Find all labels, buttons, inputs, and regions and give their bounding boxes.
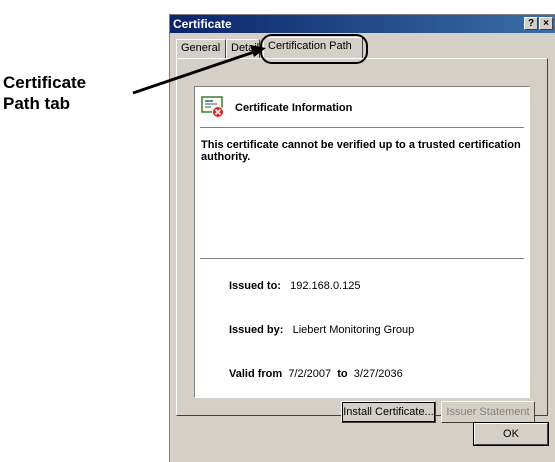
close-button[interactable]: × (539, 17, 553, 30)
install-certificate-button[interactable]: Install Certificate... (341, 401, 436, 423)
validity-row: Valid from 7/2/2007 to 3/27/2036 (229, 368, 403, 380)
help-button[interactable]: ? (524, 17, 538, 30)
issued-to-row: Issued to: 192.168.0.125 (229, 280, 360, 292)
issued-to-label: Issued to: (229, 280, 281, 292)
issued-to-value: 192.168.0.125 (290, 280, 361, 292)
callout-line-1: Certificate (3, 73, 87, 92)
certificate-dialog: Certificate ? × General Details Certific… (169, 14, 555, 462)
verification-warning: This certificate cannot be verified up t… (201, 139, 521, 163)
title-bar[interactable]: Certificate ? × (170, 15, 555, 33)
issued-by-row: Issued by: Liebert Monitoring Group (229, 324, 414, 336)
window-title: Certificate (173, 17, 232, 31)
ok-button[interactable]: OK (473, 422, 549, 446)
divider (200, 258, 524, 259)
valid-to-label: to (337, 368, 348, 380)
issued-by-label: Issued by: (229, 324, 284, 336)
general-tab-panel: Certificate Information This certificate… (176, 58, 548, 423)
tab-general[interactable]: General (176, 39, 226, 58)
valid-from-label: Valid from (229, 368, 283, 380)
valid-from-value: 7/2/2007 (288, 368, 332, 380)
tab-details[interactable]: Details (226, 39, 260, 58)
callout-label: Certificate Path tab (3, 72, 133, 114)
issuer-statement-button[interactable]: Issuer Statement (441, 401, 535, 423)
callout-line-2: Path tab (3, 94, 71, 113)
divider (200, 127, 524, 128)
certificate-error-icon (201, 96, 224, 118)
tab-highlight-circle (260, 34, 368, 64)
valid-to-value: 3/27/2036 (353, 368, 403, 380)
certificate-info-box: Certificate Information This certificate… (194, 86, 530, 398)
issued-by-value: Liebert Monitoring Group (292, 324, 415, 336)
certificate-info-header: Certificate Information (235, 102, 353, 114)
